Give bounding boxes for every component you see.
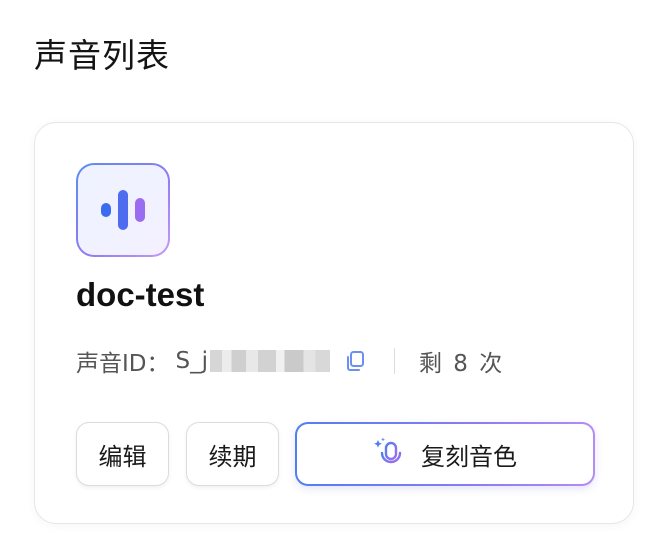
clone-voice-button[interactable]: 复刻音色 — [295, 422, 595, 486]
voice-id-value: S_j — [175, 348, 209, 374]
clone-voice-button-label: 复刻音色 — [421, 442, 517, 471]
copy-icon[interactable] — [344, 350, 366, 372]
renew-button[interactable]: 续期 — [186, 422, 279, 486]
page-title: 声音列表 — [34, 36, 170, 75]
meta-divider — [394, 348, 395, 374]
voice-id-label: 声音ID： — [76, 351, 170, 377]
voice-name: doc-test — [76, 276, 205, 313]
voice-meta-row: 声音ID： S_j 剩 8 次 — [76, 341, 504, 381]
edit-button[interactable]: 编辑 — [76, 422, 169, 486]
voice-id-redacted — [210, 350, 330, 372]
voice-list-page: 声音列表 doc-test 声音ID： S_j 剩 8 次 编辑 续期 复刻音色 — [0, 0, 658, 552]
sparkle-mic-icon — [373, 437, 407, 471]
edit-button-label: 编辑 — [98, 442, 147, 471]
voice-avatar — [76, 163, 170, 257]
renew-button-label: 续期 — [208, 442, 257, 471]
voice-card: doc-test 声音ID： S_j 剩 8 次 编辑 续期 复刻音色 — [34, 122, 634, 524]
voice-waveform-icon — [78, 165, 168, 255]
remaining-count: 剩 8 次 — [419, 351, 505, 377]
